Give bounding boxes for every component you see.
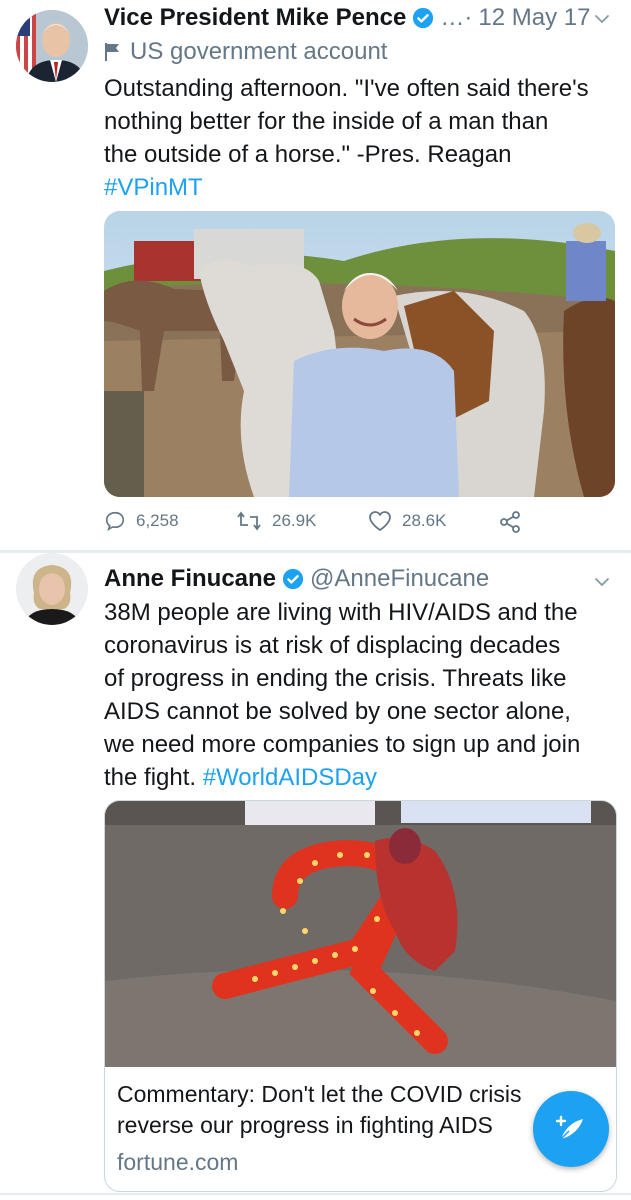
tweet-text-line: Outstanding afternoon. "I've often said … — [104, 75, 589, 102]
bottom-divider — [0, 1193, 631, 1195]
compose-tweet-button[interactable] — [533, 1091, 609, 1167]
photo-candle-ribbon — [105, 801, 616, 1067]
chevron-down-icon[interactable] — [593, 573, 611, 591]
verified-badge-icon — [412, 7, 434, 29]
tweet-text-line: the outside of a horse." -Pres. Reagan — [104, 141, 512, 168]
account-label-text: US government account — [130, 38, 388, 65]
tweet-text-line: 38M people are living with HIV/AIDS and … — [104, 599, 578, 626]
card-title-line: Commentary: Don't let the COVID crisis — [117, 1081, 522, 1107]
tweet-header: Vice President Mike Pence …· 12 May 17 — [104, 4, 590, 32]
flag-icon — [105, 43, 119, 61]
tweet-header: Anne Finucane @AnneFinucane — [104, 565, 489, 593]
author-name[interactable]: Anne Finucane — [104, 565, 276, 593]
tweet-text-line: coronavirus is at risk of displacing dec… — [104, 632, 561, 659]
tweet-text-line: AIDS cannot be solved by one sector alon… — [104, 698, 571, 725]
reply-icon — [105, 511, 125, 532]
tweet-text-line: of progress in ending the crisis. Threat… — [104, 665, 567, 692]
share-button[interactable] — [498, 510, 532, 534]
tweet-text-line: nothing better for the inside of a man t… — [104, 108, 549, 135]
heart-icon — [369, 511, 391, 532]
handle-truncated: …· — [440, 4, 473, 31]
compose-feather-icon — [555, 1115, 583, 1140]
reply-button[interactable]: 6,258 — [104, 510, 179, 532]
tweet-pence[interactable]: Vice President Mike Pence …· 12 May 17 U… — [0, 0, 631, 550]
verified-badge-icon — [282, 568, 304, 590]
tweet-text-line-last: the fight. #WorldAIDSDay — [104, 761, 619, 794]
card-image — [105, 801, 616, 1067]
tweet-text: 38M people are living with HIV/AIDS and … — [104, 596, 619, 794]
reply-count: 6,258 — [136, 511, 179, 530]
avatar[interactable] — [16, 10, 88, 82]
tweet-text-fragment: the fight. — [104, 764, 203, 791]
tweet-date[interactable]: 12 May 17 — [478, 4, 590, 32]
tweet-actions: 6,258 26.9K 28.6K — [104, 510, 544, 540]
photo-horses-and-man — [104, 211, 615, 497]
card-title-line: reverse our progress in fighting AIDS — [117, 1112, 493, 1138]
card-domain: fortune.com — [117, 1149, 239, 1175]
government-account-label: US government account — [104, 38, 387, 66]
retweet-button[interactable]: 26.9K — [236, 510, 316, 532]
like-count: 28.6K — [402, 511, 447, 530]
tweet-photo[interactable] — [104, 211, 615, 497]
chevron-down-icon[interactable] — [593, 10, 611, 28]
retweet-count: 26.9K — [272, 511, 317, 530]
hashtag-link[interactable]: #VPinMT — [104, 171, 619, 204]
hashtag-link[interactable]: #WorldAIDSDay — [203, 764, 377, 791]
tweet-text-line: we need more companies to sign up and jo… — [104, 731, 581, 758]
author-handle[interactable]: @AnneFinucane — [310, 565, 489, 593]
retweet-icon — [237, 511, 261, 531]
tweet-text: Outstanding afternoon. "I've often said … — [104, 72, 619, 204]
share-icon — [500, 511, 520, 533]
author-name[interactable]: Vice President Mike Pence — [104, 4, 406, 32]
like-button[interactable]: 28.6K — [368, 510, 446, 532]
card-title: Commentary: Don't let the COVID crisis r… — [117, 1079, 597, 1141]
